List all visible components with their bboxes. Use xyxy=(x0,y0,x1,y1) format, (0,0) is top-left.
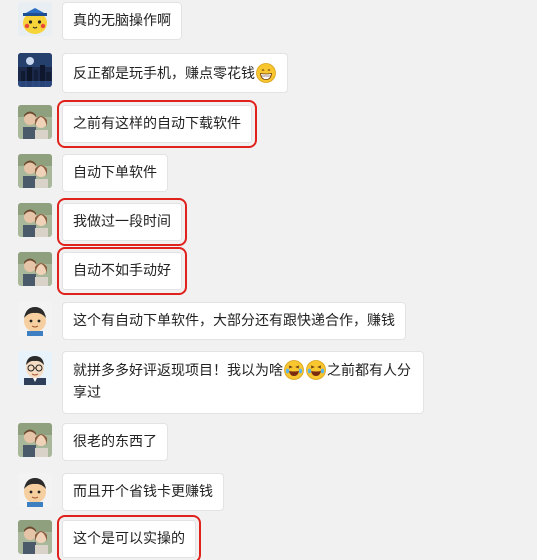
grinning-face-emoji-icon xyxy=(256,63,276,83)
message-text: 我做过一段时间 xyxy=(73,214,171,230)
couple-photo-avatar-icon[interactable] xyxy=(18,520,52,554)
couple-photo-avatar-icon[interactable] xyxy=(18,203,52,237)
chat-message: 我做过一段时间 xyxy=(18,198,537,246)
chat-message: 这个是可以实操的 xyxy=(18,515,537,560)
message-text: 这个是可以实操的 xyxy=(73,531,185,547)
couple-photo-avatar-icon[interactable] xyxy=(18,154,52,188)
laughing-tears-emoji-icon xyxy=(284,360,304,380)
chat-message: 就拼多多好评返现项目！我以为啥 之前都有人分享过 xyxy=(18,351,537,414)
message-text: 反正都是玩手机，赚点零花钱 xyxy=(73,66,255,82)
message-bubble-highlighted[interactable]: 自动不如手动好 xyxy=(57,247,187,295)
message-text: 之前有这样的自动下载软件 xyxy=(73,116,241,132)
message-text: 这个有自动下单软件，大部分还有跟快递合作，赚钱 xyxy=(73,313,395,329)
chat-message: 自动下单软件 xyxy=(18,154,537,192)
couple-photo-avatar-icon[interactable] xyxy=(18,105,52,139)
message-bubble[interactable]: 自动下单软件 xyxy=(62,154,168,192)
message-text: 自动下单软件 xyxy=(73,165,157,181)
message-bubble[interactable]: 反正都是玩手机，赚点零花钱 xyxy=(62,53,288,93)
glasses-man-avatar-icon[interactable] xyxy=(18,351,52,385)
message-text: 真的无脑操作啊 xyxy=(73,13,171,29)
chat-message: 很老的东西了 xyxy=(18,423,537,461)
message-bubble-highlighted[interactable]: 这个是可以实操的 xyxy=(57,515,201,560)
message-bubble[interactable]: 而且开个省钱卡更赚钱 xyxy=(62,473,224,511)
couple-photo-avatar-icon[interactable] xyxy=(18,423,52,457)
night-city-avatar-icon[interactable] xyxy=(18,53,52,87)
message-bubble[interactable]: 真的无脑操作啊 xyxy=(62,2,182,40)
message-text: 很老的东西了 xyxy=(73,434,157,450)
message-bubble-highlighted[interactable]: 之前有这样的自动下载软件 xyxy=(57,100,257,148)
chat-message: 反正都是玩手机，赚点零花钱 xyxy=(18,53,537,93)
message-text-before: 就拼多多好评返现项目！我以为啥 xyxy=(73,363,283,379)
cartoon-boy-avatar-icon[interactable] xyxy=(18,473,52,507)
message-bubble-highlighted[interactable]: 我做过一段时间 xyxy=(57,198,187,246)
chat-message: 自动不如手动好 xyxy=(18,247,537,295)
laughing-tears-emoji-icon xyxy=(306,360,326,380)
pikachu-cap-avatar-icon[interactable] xyxy=(18,2,52,36)
message-bubble[interactable]: 这个有自动下单软件，大部分还有跟快递合作，赚钱 xyxy=(62,302,406,340)
message-bubble[interactable]: 很老的东西了 xyxy=(62,423,168,461)
chat-message: 而且开个省钱卡更赚钱 xyxy=(18,473,537,511)
chat-message: 真的无脑操作啊 xyxy=(18,2,537,40)
message-text: 而且开个省钱卡更赚钱 xyxy=(73,484,213,500)
message-bubble[interactable]: 就拼多多好评返现项目！我以为啥 之前都有人分享过 xyxy=(62,351,424,414)
couple-photo-avatar-icon[interactable] xyxy=(18,252,52,286)
chat-message: 这个有自动下单软件，大部分还有跟快递合作，赚钱 xyxy=(18,302,537,340)
message-text: 自动不如手动好 xyxy=(73,263,171,279)
cartoon-boy-avatar-icon[interactable] xyxy=(18,302,52,336)
chat-message: 之前有这样的自动下载软件 xyxy=(18,100,537,148)
